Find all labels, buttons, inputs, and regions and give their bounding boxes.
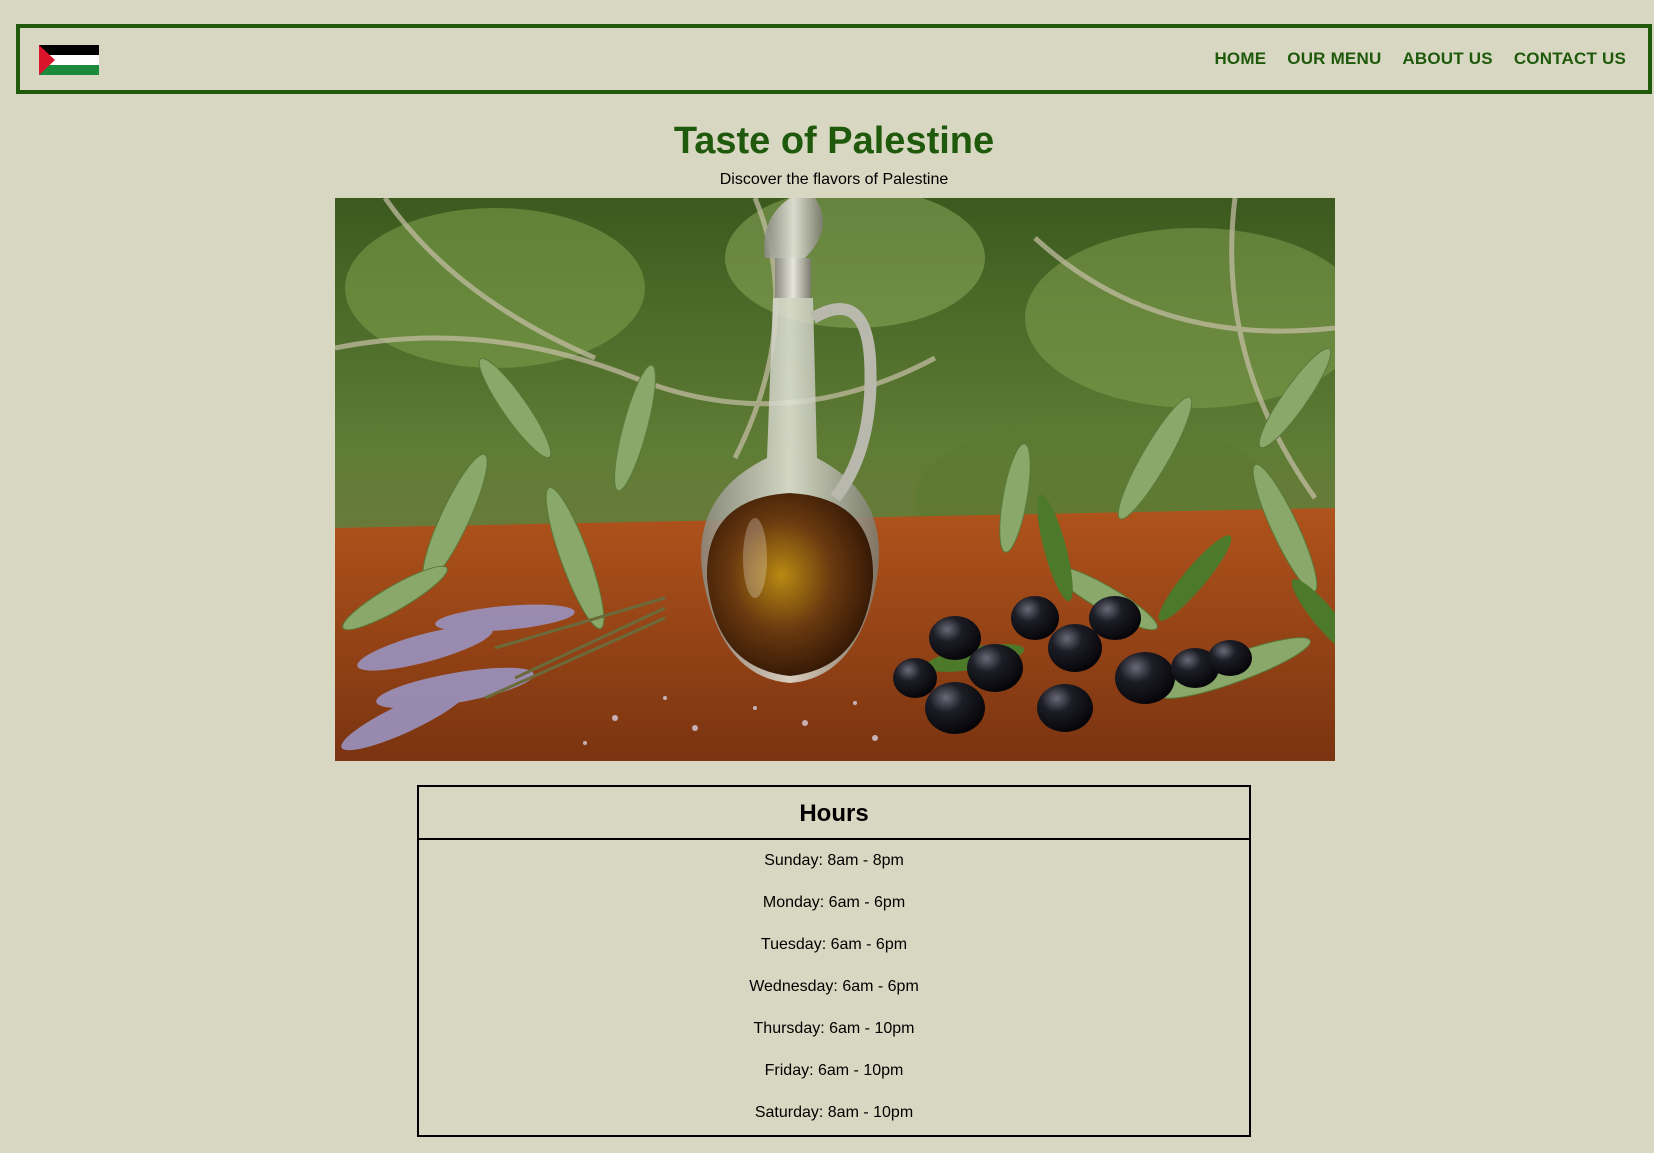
hours-panel: Hours Sunday: 8am - 8pm Monday: 6am - 6p… xyxy=(417,785,1251,1137)
hours-item-thursday: Thursday: 6am - 10pm xyxy=(753,1020,915,1037)
olive-oil-photo xyxy=(335,198,1335,761)
page-subtitle: Discover the flavors of Palestine xyxy=(719,171,949,188)
hours-item-friday: Friday: 6am - 10pm xyxy=(764,1062,904,1079)
hours-item-tuesday: Tuesday: 6am - 6pm xyxy=(760,936,908,953)
hours-item-saturday: Saturday: 8am - 10pm xyxy=(754,1104,914,1121)
hours-item-sunday: Sunday: 8am - 8pm xyxy=(764,852,904,869)
page-title: Taste of Palestine xyxy=(673,120,995,162)
hours-title: Hours xyxy=(419,787,1249,840)
nav-home-link[interactable]: HOME xyxy=(1214,49,1266,69)
nav-contact-us-link[interactable]: CONTACT US xyxy=(1514,49,1626,69)
nav-our-menu-link[interactable]: OUR MENU xyxy=(1287,49,1381,69)
hours-item-monday: Monday: 6am - 6pm xyxy=(762,894,906,911)
hours-item-wednesday: Wednesday: 6am - 6pm xyxy=(749,978,919,995)
flag-red-triangle xyxy=(39,45,55,75)
site-header: HOME OUR MENU ABOUT US CONTACT US xyxy=(16,24,1652,94)
nav-about-us-link[interactable]: ABOUT US xyxy=(1402,49,1492,69)
main-nav: HOME OUR MENU ABOUT US CONTACT US xyxy=(1193,49,1626,69)
hours-list: Sunday: 8am - 8pm Monday: 6am - 6pm Tues… xyxy=(419,840,1249,1134)
palestine-flag-icon[interactable] xyxy=(39,45,99,75)
